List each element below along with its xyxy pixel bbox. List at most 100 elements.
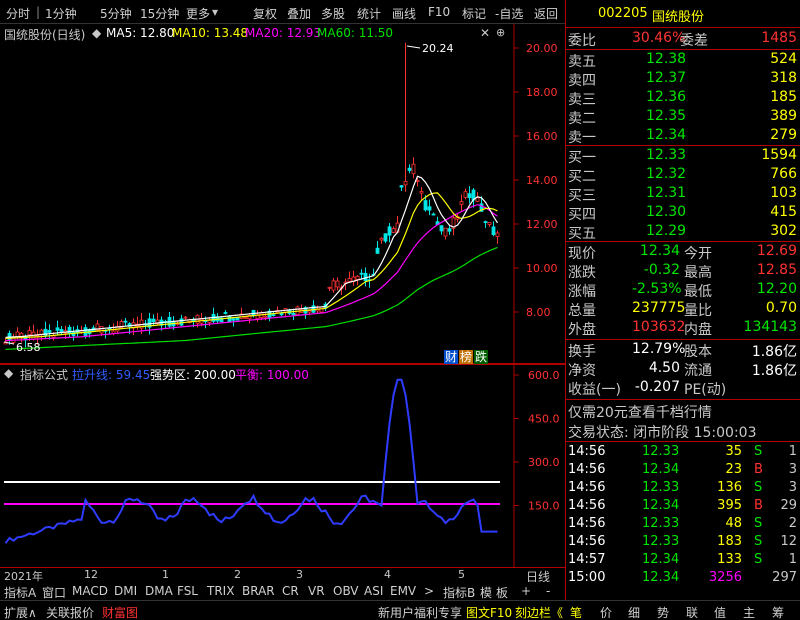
tick-time: 14:56 [568,462,606,477]
add-button[interactable]: + [521,584,531,598]
ask-row[interactable]: 卖三 12.36 185 [566,88,800,108]
tab-indicator-b[interactable]: 指标B [443,584,475,601]
candle-body [331,280,336,291]
tab-more[interactable]: 更多 [186,5,210,22]
tab-trix[interactable]: TRIX [207,584,234,598]
tab-obv[interactable]: OBV [333,584,359,598]
tab-15min[interactable]: 15分钟 [140,5,179,22]
tab-window[interactable]: 窗口 [42,584,66,601]
back-button[interactable]: 返回 [534,5,558,22]
ask-label: 卖四 [568,73,596,89]
expand-button[interactable]: 扩展∧ [4,604,37,620]
tab-brar[interactable]: BRAR [242,584,275,598]
tab-asi[interactable]: ASI [364,584,383,598]
promo-text[interactable]: 仅需20元查看千档行情 [568,402,712,422]
tick-time: 14:56 [568,480,606,495]
bid-row[interactable]: 买一 12.33 1594 [566,146,800,166]
fuquan-button[interactable]: 复权 [253,5,277,22]
stat-value: 237775 [632,300,686,316]
tab-trend[interactable]: 势 [657,604,669,620]
tab-5min[interactable]: 5分钟 [100,5,132,22]
bid-row[interactable]: 买五 12.29 302 [566,222,800,242]
tab-template-2[interactable]: 板 [496,584,508,601]
stat-row: 现价 12.34 今开 12.69 [566,242,800,262]
ask-row[interactable]: 卖四 12.37 318 [566,69,800,89]
kline-chart[interactable]: 20.00 18.00 16.00 14.00 12.00 10.00 8.00 20.24… [0,24,565,364]
tab-next-arrow[interactable]: > [424,584,434,598]
tab-indicator-a[interactable]: 指标A [4,584,36,601]
price-tick-label: 18.00 [526,86,558,99]
close-icon[interactable]: ✕ [480,26,490,40]
multi-stock-button[interactable]: 多股 [321,5,345,22]
tick-row: 14:56 12.34 23 B 3 [566,461,800,479]
related-quotes-button[interactable]: 关联报价 [46,604,94,620]
tab-detail[interactable]: 细 [628,604,640,620]
tab-vr[interactable]: VR [308,584,325,598]
watchlist-button[interactable]: -自选 [495,5,523,22]
ask-row[interactable]: 卖二 12.35 389 [566,107,800,127]
sidebar-button[interactable]: 刻边栏《 [515,604,563,620]
date-label: 12 [84,568,98,581]
tab-fsl[interactable]: FSL [177,584,198,598]
tab-emv[interactable]: EMV [390,584,416,598]
stat-label: 最低 [684,284,712,300]
tab-dmi[interactable]: DMI [114,584,137,598]
indicator-chart[interactable]: 600.0 450.0 300.0 150.0 [0,364,565,568]
date-label: 5 [458,568,465,581]
tab-1min[interactable]: 1分钟 [45,5,77,22]
tick-count: 1 [788,552,797,567]
bid-row[interactable]: 买四 12.30 415 [566,203,800,223]
stat-label: 现价 [568,246,596,262]
tab-link[interactable]: 联 [686,604,698,620]
bid-row[interactable]: 买二 12.32 766 [566,165,800,185]
settings-icon[interactable]: ◆ [92,26,101,40]
ask-row[interactable]: 卖一 12.34 279 [566,126,800,146]
indicator-settings-icon[interactable]: ◆ [4,366,13,380]
promo-row[interactable]: 仅需20元查看千档行情 [566,400,800,422]
tab-price[interactable]: 价 [600,604,612,620]
indicator-tick-label: 600.0 [528,369,560,382]
stats-button[interactable]: 统计 [357,5,381,22]
candle-body [227,316,232,322]
draw-line-button[interactable]: 画线 [392,5,416,22]
stat-value: -2.53% [632,281,682,297]
ask-row[interactable]: 卖五 12.38 524 [566,50,800,70]
tab-main[interactable]: 主 [743,604,755,620]
stat-label: 流通 [684,363,712,379]
candle-body [407,167,412,171]
wealth-chart-button[interactable]: 财富图 [102,604,138,620]
mark-button[interactable]: 标记 [462,5,486,22]
tick-time: 14:56 [568,444,606,459]
ask-price: 12.34 [646,127,687,143]
stat-label: 内盘 [684,322,712,338]
f10-button[interactable]: F10 [428,5,450,19]
new-user-promo[interactable]: 新用户福利专享 [378,604,462,620]
tick-direction: S [754,552,763,567]
tab-dma[interactable]: DMA [145,584,173,598]
quote-panel: 002205 国统股份 委比 30.46% 委差 1485 卖五 12.38 524… [565,0,800,600]
tab-template[interactable]: 模 [480,584,492,601]
tab-cr[interactable]: CR [282,584,299,598]
remove-button[interactable]: - [546,584,550,598]
finance-badge[interactable]: 财 [444,350,459,364]
bid-label: 买四 [568,207,596,223]
price-tick-label: 16.00 [526,130,558,143]
bid-row[interactable]: 买三 12.31 103 [566,184,800,204]
ranking-badge[interactable]: 榜 [459,350,474,364]
tab-macd[interactable]: MACD [72,584,108,598]
overlay-button[interactable]: 叠加 [287,5,311,22]
tab-chips[interactable]: 筹 [772,604,784,620]
f10-chart-button[interactable]: 图文F10 [466,604,512,620]
period-toolbar: 分时 | 1分钟 5分钟 15分钟 更多 ▾ 复权 叠加 多股 统计 画线 F1… [0,0,565,24]
tab-fenshi[interactable]: 分时 [6,5,30,22]
tab-value[interactable]: 值 [714,604,726,620]
tick-row: 14:56 12.33 183 S 12 [566,533,800,551]
plus-icon[interactable]: ⊕ [496,26,505,39]
stat-value: 12.85 [756,262,797,278]
ask-volume: 318 [770,70,797,86]
stat-label: 净资 [568,363,596,379]
stat-label: 股本 [684,344,712,360]
drop-badge[interactable]: 跌 [474,350,489,364]
tab-trades[interactable]: 笔 [570,604,582,620]
chevron-down-icon[interactable]: ▾ [212,5,218,19]
